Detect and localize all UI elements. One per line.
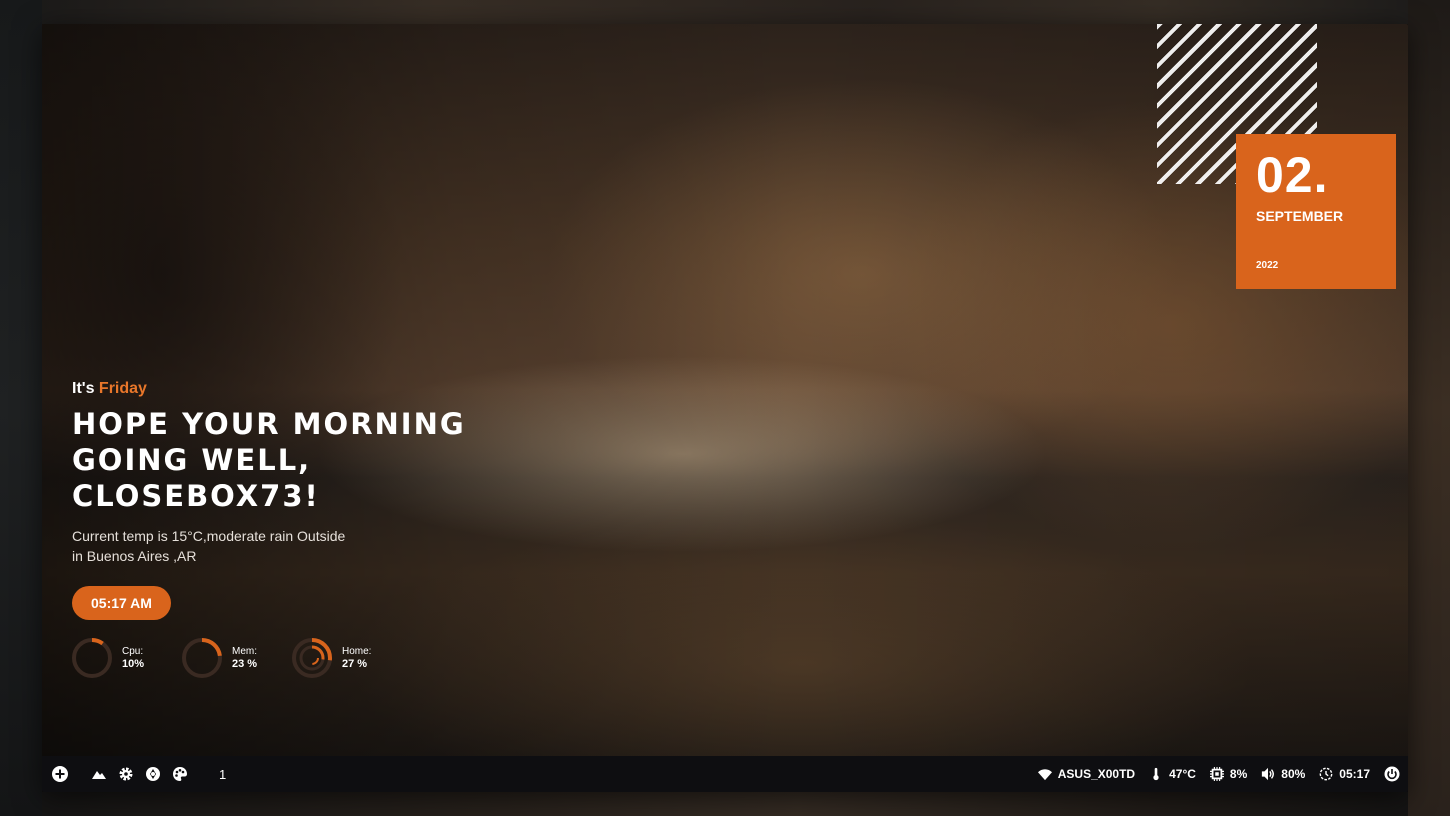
mem-ring-icon [182, 638, 222, 678]
system-stats: Cpu: 10% Mem: 23 % Home: 27 % [70, 636, 374, 680]
greeting-headline: Hope your morning going well, closebox73… [72, 407, 466, 513]
background-blur-top [0, 0, 1450, 24]
volume-status[interactable]: 80% [1261, 767, 1305, 781]
background-blur-left [0, 0, 42, 816]
home-value: 27 % [342, 658, 368, 670]
home-stat: Home: 27 % [290, 636, 374, 680]
weather-line-1: Current temp is 15°C,moderate rain Outsi… [72, 528, 346, 544]
mem-value: 23 % [232, 658, 258, 670]
panel-left: 1 [42, 764, 226, 784]
palette-icon [173, 767, 187, 781]
home-ring-icon [292, 638, 332, 678]
wifi-name: ASUS_X00TD [1057, 767, 1136, 781]
wifi-status[interactable]: ASUS_X00TD [1037, 767, 1136, 781]
clock-value: 05:17 [1339, 767, 1370, 781]
clock-icon [1319, 767, 1333, 781]
bottom-panel: 1 ASUS_X00TD 47°C 8% 80% 05:17 [42, 756, 1408, 792]
weather-line-2: in Buenos Aires ,AR [72, 548, 197, 564]
cpu-chip-icon [1209, 767, 1224, 781]
volume-value: 80% [1281, 767, 1306, 781]
date-year: 2022 [1256, 260, 1279, 271]
mountain-icon [92, 771, 106, 779]
mountain-button[interactable] [89, 764, 109, 784]
panel-right: ASUS_X00TD 47°C 8% 80% 05:17 [1037, 764, 1408, 784]
cpu-value: 10% [122, 658, 145, 670]
date-month: SEPTEMBER [1256, 208, 1344, 224]
plus-circle-icon [52, 766, 68, 782]
cpu-ring-icon [72, 638, 112, 678]
weather-info: Current temp is 15°C,moderate rain Outsi… [72, 526, 392, 566]
date-day: 02. [1256, 147, 1329, 203]
day-line: It's Friday [72, 380, 492, 398]
cpu-status: 8% [1209, 767, 1248, 781]
clock-status[interactable]: 05:17 [1319, 767, 1370, 781]
aperture-icon [146, 767, 160, 781]
cpu-panel-value: 8% [1229, 767, 1248, 781]
day-name: Friday [98, 380, 147, 397]
time-pill: 05:17 AM [72, 586, 171, 620]
temp-value: 47°C [1169, 767, 1196, 781]
mem-label: Mem: [232, 646, 257, 657]
wifi-icon [1037, 769, 1052, 781]
desktop-screen: 02. SEPTEMBER 2022 It's Friday Hope your… [42, 24, 1408, 792]
cpu-stat: Cpu: 10% [70, 636, 154, 680]
camera-button[interactable] [143, 764, 163, 784]
background-blur-right [1408, 0, 1450, 816]
greeting-widget: It's Friday Hope your morning going well… [72, 380, 492, 620]
background-blur-bottom [0, 792, 1450, 816]
cpu-label: Cpu: [122, 646, 144, 657]
palette-button[interactable] [170, 764, 190, 784]
mem-stat: Mem: 23 % [180, 636, 264, 680]
launcher-button[interactable] [50, 764, 70, 784]
volume-icon [1262, 767, 1275, 781]
temp-status: 47°C [1149, 767, 1196, 781]
power-button[interactable] [1382, 764, 1402, 784]
home-label: Home: [342, 646, 372, 657]
day-prefix: It's [72, 380, 99, 397]
power-icon [1384, 766, 1400, 782]
workspace-indicator[interactable]: 1 [219, 767, 226, 782]
date-widget: 02. SEPTEMBER 2022 [1236, 134, 1396, 289]
settings-button[interactable] [116, 764, 136, 784]
thermometer-icon [1153, 767, 1159, 781]
gear-icon [119, 767, 133, 781]
